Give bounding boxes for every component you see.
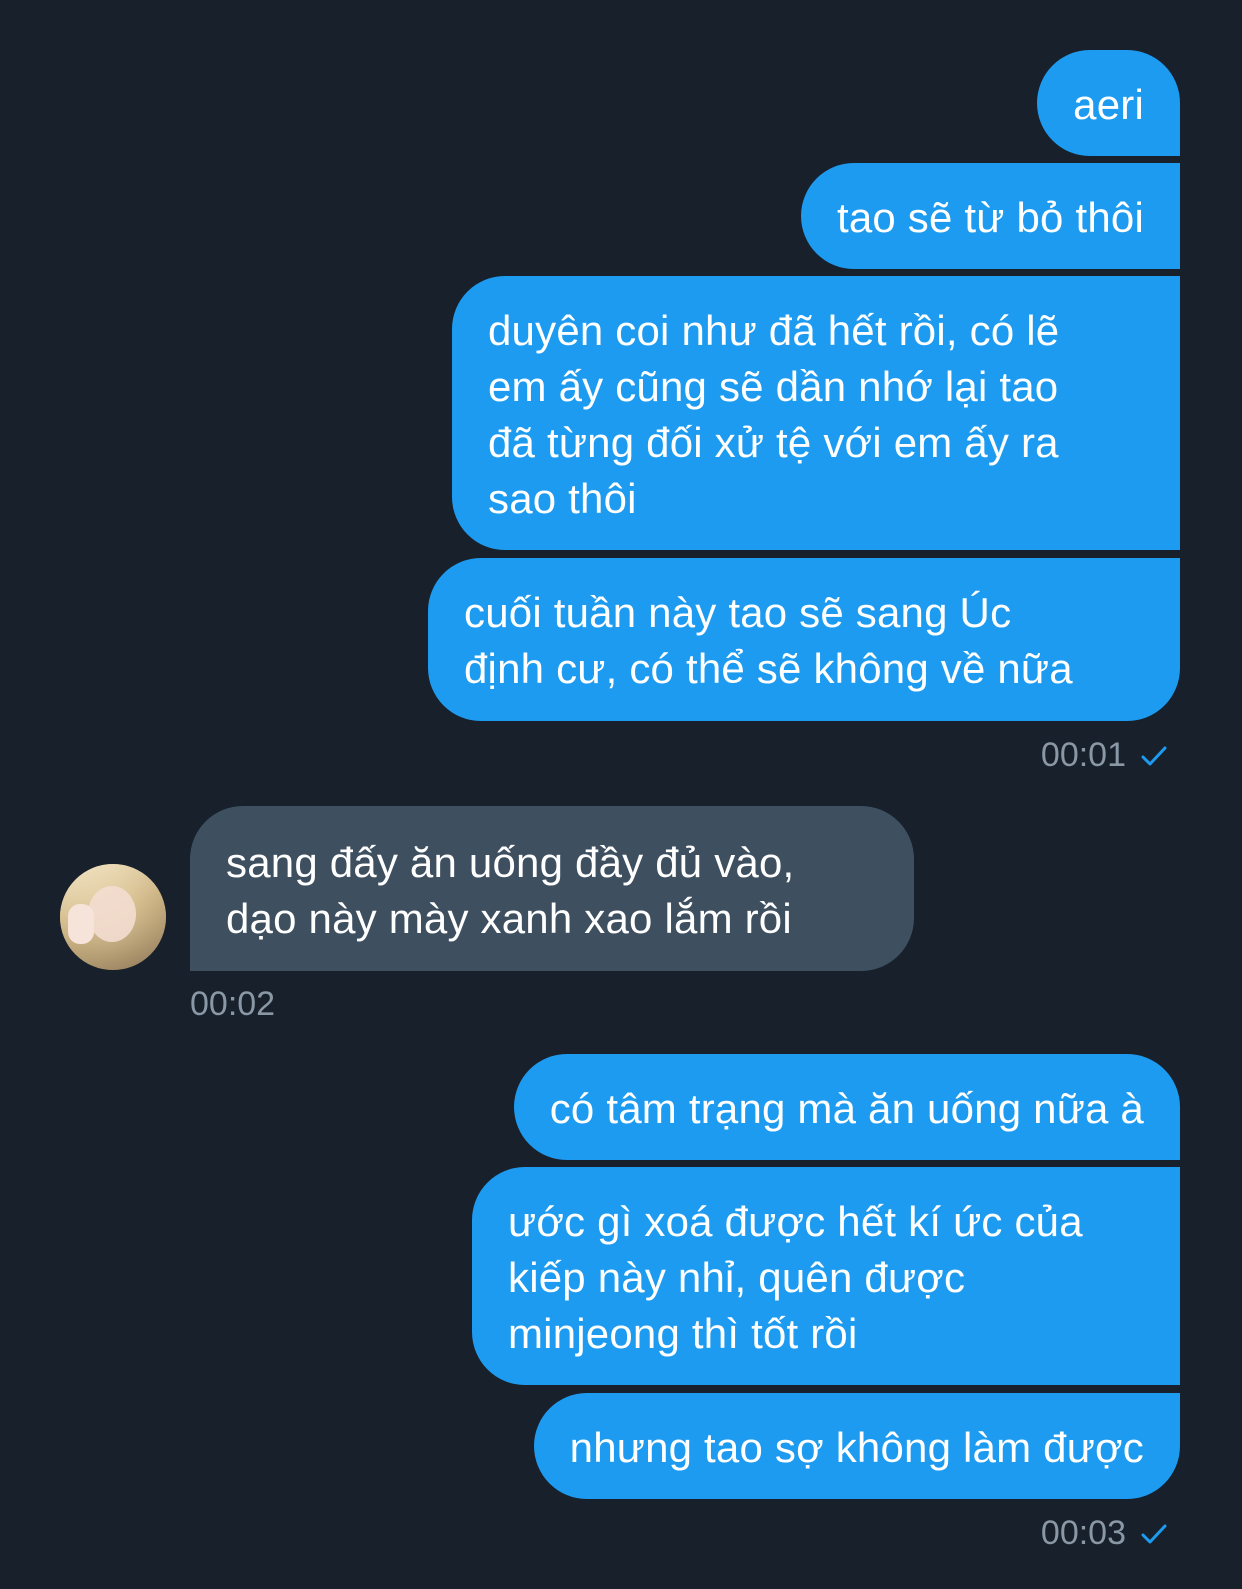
timestamp-text: 00:02: [190, 985, 276, 1023]
avatar[interactable]: [60, 864, 166, 970]
message-timestamp: 00:01: [1041, 736, 1168, 775]
message-timestamp: 00:03: [1041, 1514, 1168, 1553]
message-bubble-outgoing[interactable]: duyên coi như đã hết rồi, có lẽ em ấy cũ…: [452, 276, 1180, 550]
message-bubble-outgoing[interactable]: có tâm trạng mà ăn uống nữa à: [513, 1054, 1180, 1160]
timestamp-text: 00:01: [1040, 736, 1126, 774]
message-bubble-outgoing[interactable]: ước gì xoá được hết kí ức của kiếp này n…: [472, 1167, 1180, 1385]
message-timestamp: 00:02: [190, 985, 275, 1024]
timestamp-text: 00:03: [1040, 1514, 1126, 1552]
check-icon: [1141, 1524, 1167, 1543]
message-bubble-outgoing[interactable]: tao sẽ từ bỏ thôi: [800, 163, 1180, 269]
check-icon: [1141, 746, 1167, 765]
message-bubble-outgoing[interactable]: nhưng tao sợ không làm được: [533, 1393, 1180, 1499]
message-bubble-incoming[interactable]: sang đấy ăn uống đầy đủ vào, dạo này mày…: [190, 806, 914, 971]
message-bubble-outgoing[interactable]: aeri: [1037, 50, 1180, 156]
message-bubble-outgoing[interactable]: cuối tuần này tao sẽ sang Úc định cư, có…: [428, 558, 1180, 721]
